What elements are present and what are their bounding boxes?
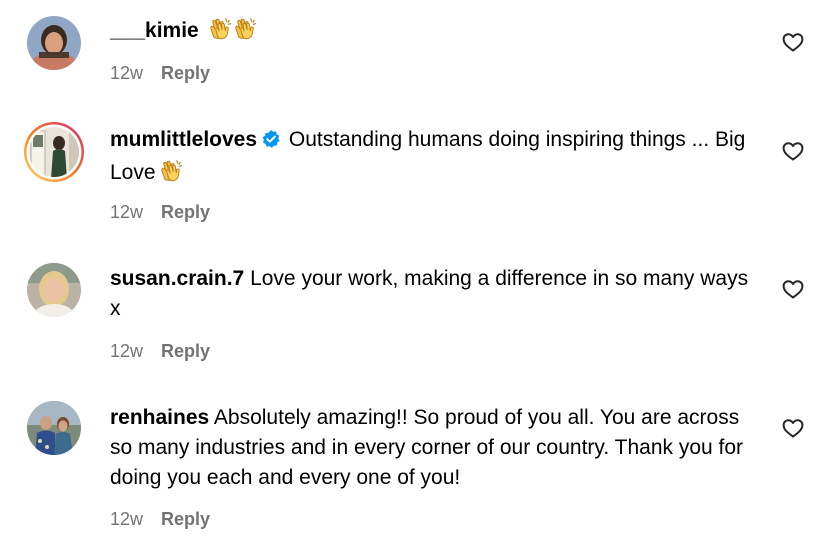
comment-meta: 12w Reply (110, 508, 210, 530)
comment-item: renhaines Absolutely amazing!! So proud … (0, 0, 823, 535)
comment-username[interactable]: renhaines (110, 406, 209, 429)
avatar-renhaines[interactable] (27, 401, 81, 455)
comment-text-block: renhaines Absolutely amazing!! So proud … (110, 403, 760, 493)
comment-timestamp: 12w (110, 509, 144, 529)
heart-outline-icon[interactable] (781, 416, 805, 440)
reply-button[interactable]: Reply (161, 509, 210, 529)
